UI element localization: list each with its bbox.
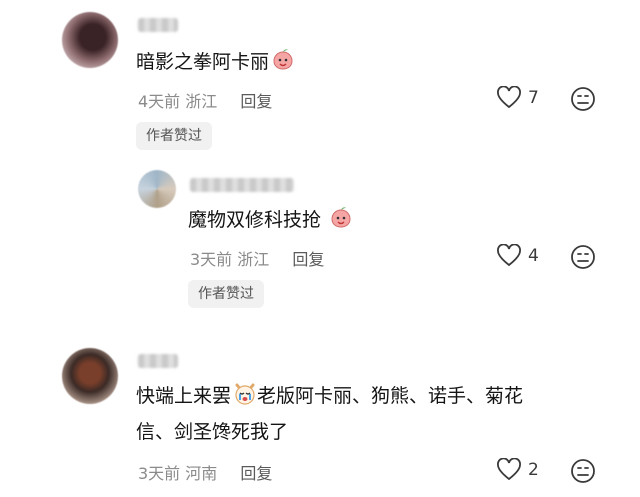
avatar[interactable] <box>138 170 176 208</box>
heart-icon <box>497 86 521 109</box>
heart-icon <box>497 458 521 481</box>
reply-button[interactable]: 回复 <box>240 92 272 111</box>
avatar[interactable] <box>62 348 118 404</box>
dislike-button[interactable] <box>570 244 596 274</box>
dislike-button[interactable] <box>570 458 596 488</box>
meh-face-icon <box>571 87 595 111</box>
comment-2: 魔物双修科技抢 3天前 浙江 回复 4 作者赞过 <box>0 160 640 320</box>
heart-icon <box>497 244 521 267</box>
crying-dog-icon <box>233 382 257 414</box>
like-count: 7 <box>528 88 539 108</box>
meh-face-icon <box>571 459 595 483</box>
comment-meta: 3天前 浙江 回复 <box>190 250 325 269</box>
like-button[interactable]: 2 <box>496 458 539 482</box>
username-blurred[interactable] <box>138 18 178 32</box>
like-count: 4 <box>528 246 539 266</box>
comment-text: 快端上来罢 老版阿卡丽、狗熊、诺手、菊花 信、剑圣馋死我了 <box>136 382 523 450</box>
author-liked-badge: 作者赞过 <box>188 280 264 308</box>
like-count: 2 <box>528 460 539 480</box>
comment-3: 快端上来罢 老版阿卡丽、狗熊、诺手、菊花 信、剑圣馋死我了 3天前 河南 回复 … <box>0 340 640 497</box>
comment-text: 暗影之拳阿卡丽 <box>136 48 295 80</box>
meh-face-icon <box>571 245 595 269</box>
author-liked-badge: 作者赞过 <box>136 122 212 150</box>
like-button[interactable]: 4 <box>496 244 539 268</box>
peach-face-icon <box>329 206 353 238</box>
dislike-button[interactable] <box>570 86 596 116</box>
username-blurred[interactable] <box>138 354 178 368</box>
comment-meta: 4天前 浙江 回复 <box>138 92 273 111</box>
comment-meta: 3天前 河南 回复 <box>138 464 273 483</box>
avatar[interactable] <box>62 12 118 68</box>
reply-button[interactable]: 回复 <box>292 250 324 269</box>
comment-1: 暗影之拳阿卡丽 4天前 浙江 回复 7 作者赞过 <box>0 0 640 160</box>
username-blurred[interactable] <box>190 178 294 192</box>
comment-text: 魔物双修科技抢 <box>188 206 353 238</box>
peach-face-icon <box>271 48 295 80</box>
like-button[interactable]: 7 <box>496 86 539 110</box>
reply-button[interactable]: 回复 <box>240 464 272 483</box>
